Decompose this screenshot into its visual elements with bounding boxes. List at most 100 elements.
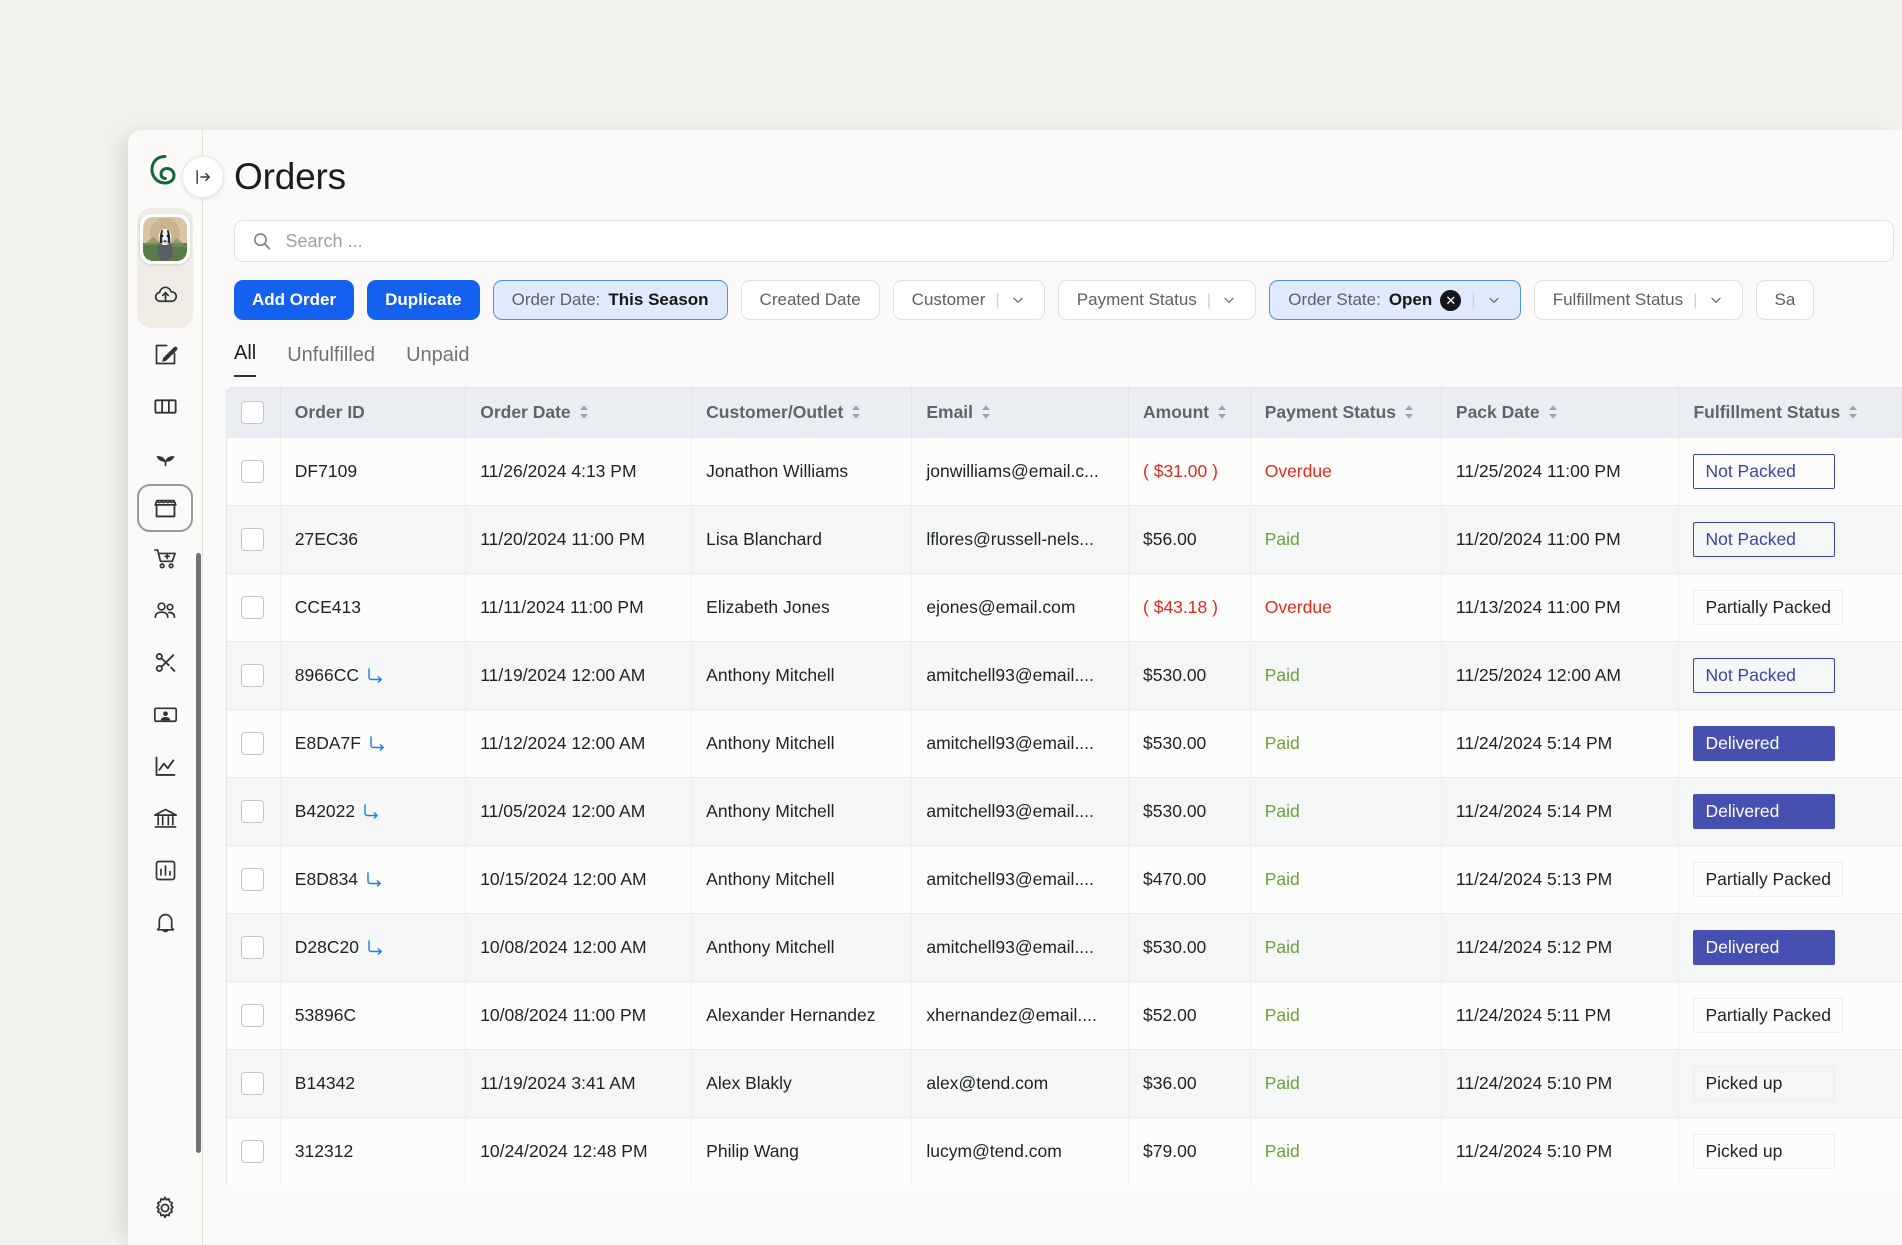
sidebar-item-settings[interactable] — [137, 1193, 193, 1245]
table-row[interactable]: DF710911/26/2024 4:13 PMJonathon William… — [227, 438, 1902, 506]
table-row[interactable]: D28C2010/08/2024 12:00 AMAnthony Mitchel… — [227, 914, 1902, 982]
column-header-pack-date[interactable]: Pack Date — [1441, 388, 1679, 438]
tab-all[interactable]: All — [234, 342, 256, 377]
table-row[interactable]: 53896C10/08/2024 11:00 PMAlexander Herna… — [227, 982, 1902, 1050]
column-header-order-date[interactable]: Order Date — [466, 388, 692, 438]
sidebar-item-catalog[interactable] — [137, 380, 193, 432]
filter-created-date[interactable]: Created Date — [741, 280, 880, 320]
app-logo[interactable] — [148, 150, 182, 190]
recurring-order-icon[interactable] — [365, 870, 383, 888]
sort-toggle-icon[interactable] — [578, 404, 590, 420]
row-checkbox[interactable] — [241, 732, 264, 755]
status-badge[interactable]: Partially Packed — [1693, 590, 1842, 625]
table-row[interactable]: B4202211/05/2024 12:00 AMAnthony Mitchel… — [227, 778, 1902, 846]
sort-toggle-icon[interactable] — [1216, 404, 1228, 420]
status-badge[interactable]: Not Packed — [1693, 658, 1835, 693]
cell-order-id[interactable]: 53896C — [280, 982, 465, 1050]
sort-toggle-icon[interactable] — [980, 404, 992, 420]
filter-fulfillment-status[interactable]: Fulfillment Status| — [1534, 280, 1743, 320]
status-badge[interactable]: Picked up — [1693, 1134, 1835, 1169]
table-row[interactable]: 8966CC11/19/2024 12:00 AMAnthony Mitchel… — [227, 642, 1902, 710]
rail-scrollbar[interactable] — [196, 553, 201, 1153]
recurring-order-icon[interactable] — [366, 666, 384, 684]
collapse-sidebar-button[interactable] — [182, 156, 224, 198]
table-row[interactable]: B1434211/19/2024 3:41 AMAlex Blaklyalex@… — [227, 1050, 1902, 1118]
cell-order-id[interactable]: 8966CC — [280, 642, 465, 710]
cell-order-id[interactable]: E8D834 — [280, 846, 465, 914]
row-checkbox[interactable] — [241, 868, 264, 891]
sidebar-item-crops[interactable] — [137, 432, 193, 484]
select-all-checkbox[interactable] — [241, 401, 264, 424]
column-header-email[interactable]: Email — [912, 388, 1129, 438]
column-header-order-id[interactable]: Order ID — [280, 388, 465, 438]
clear-filter-icon[interactable]: ✕ — [1440, 290, 1461, 311]
filter-order-date[interactable]: Order Date:This Season — [493, 280, 728, 320]
table-row[interactable]: CCE41311/11/2024 11:00 PMElizabeth Jones… — [227, 574, 1902, 642]
row-select-cell — [227, 506, 280, 574]
sort-toggle-icon[interactable] — [1403, 404, 1415, 420]
cell-order-id[interactable]: B42022 — [280, 778, 465, 846]
duplicate-button[interactable]: Duplicate — [367, 280, 480, 320]
add-order-button[interactable]: Add Order — [234, 280, 354, 320]
sidebar-item-notifications[interactable] — [137, 896, 193, 948]
cell-order-id[interactable]: B14342 — [280, 1050, 465, 1118]
row-checkbox[interactable] — [241, 1072, 264, 1095]
sort-toggle-icon[interactable] — [1547, 404, 1559, 420]
search-input[interactable] — [286, 231, 1877, 252]
status-badge[interactable]: Partially Packed — [1693, 862, 1842, 897]
filter-customer[interactable]: Customer| — [893, 280, 1045, 320]
sidebar-item-new-sale[interactable] — [137, 532, 193, 584]
row-checkbox[interactable] — [241, 1140, 264, 1163]
cell-order-id[interactable]: DF7109 — [280, 438, 465, 506]
workspace-avatar[interactable] — [140, 214, 190, 264]
sidebar-item-accounting[interactable] — [137, 792, 193, 844]
filter-order-state[interactable]: Order State:Open✕| — [1269, 280, 1520, 320]
status-badge[interactable]: Delivered — [1693, 930, 1835, 965]
cell-order-id[interactable]: E8DA7F — [280, 710, 465, 778]
sidebar-item-compose[interactable] — [137, 328, 193, 380]
sidebar-item-cloud-upload[interactable] — [137, 268, 193, 320]
column-header-amount[interactable]: Amount — [1129, 388, 1251, 438]
table-row[interactable]: 31231210/24/2024 12:48 PMPhilip Wanglucy… — [227, 1118, 1902, 1186]
row-checkbox[interactable] — [241, 528, 264, 551]
row-checkbox[interactable] — [241, 1004, 264, 1027]
cell-order-id[interactable]: D28C20 — [280, 914, 465, 982]
sidebar-item-orders[interactable] — [137, 484, 193, 532]
status-badge[interactable]: Picked up — [1693, 1066, 1835, 1101]
sort-toggle-icon[interactable] — [1847, 404, 1859, 420]
tab-unpaid[interactable]: Unpaid — [406, 344, 469, 377]
column-header-customer-outlet[interactable]: Customer/Outlet — [692, 388, 912, 438]
status-badge[interactable]: Partially Packed — [1693, 998, 1842, 1033]
filter-sales-channel[interactable]: Sa — [1756, 280, 1815, 320]
table-row[interactable]: E8DA7F11/12/2024 12:00 AMAnthony Mitchel… — [227, 710, 1902, 778]
row-checkbox[interactable] — [241, 664, 264, 687]
column-header-fulfillment-status[interactable]: Fulfillment Status — [1679, 388, 1902, 438]
cell-order-id[interactable]: 312312 — [280, 1118, 465, 1186]
cell-order-id[interactable]: 27EC36 — [280, 506, 465, 574]
row-checkbox[interactable] — [241, 936, 264, 959]
table-row[interactable]: E8D83410/15/2024 12:00 AMAnthony Mitchel… — [227, 846, 1902, 914]
sidebar-item-reports[interactable] — [137, 844, 193, 896]
cell-customer: Alexander Hernandez — [692, 982, 912, 1050]
sidebar-item-tasks[interactable] — [137, 636, 193, 688]
status-badge[interactable]: Delivered — [1693, 794, 1835, 829]
status-badge[interactable]: Delivered — [1693, 726, 1835, 761]
tab-unfulfilled[interactable]: Unfulfilled — [287, 344, 375, 377]
sidebar-item-customers[interactable] — [137, 584, 193, 636]
row-checkbox[interactable] — [241, 460, 264, 483]
table-row[interactable]: 27EC3611/20/2024 11:00 PMLisa Blanchardl… — [227, 506, 1902, 574]
recurring-order-icon[interactable] — [368, 734, 386, 752]
sort-toggle-icon[interactable] — [850, 404, 862, 420]
cell-order-id[interactable]: CCE413 — [280, 574, 465, 642]
status-badge[interactable]: Not Packed — [1693, 522, 1835, 557]
sidebar-item-analytics[interactable] — [137, 740, 193, 792]
row-checkbox[interactable] — [241, 596, 264, 619]
row-checkbox[interactable] — [241, 800, 264, 823]
sidebar-item-members[interactable] — [137, 688, 193, 740]
recurring-order-icon[interactable] — [366, 938, 384, 956]
status-badge[interactable]: Not Packed — [1693, 454, 1835, 489]
search-box[interactable] — [234, 220, 1894, 262]
filter-payment-status[interactable]: Payment Status| — [1058, 280, 1256, 320]
column-header-payment-status[interactable]: Payment Status — [1250, 388, 1441, 438]
recurring-order-icon[interactable] — [362, 802, 380, 820]
